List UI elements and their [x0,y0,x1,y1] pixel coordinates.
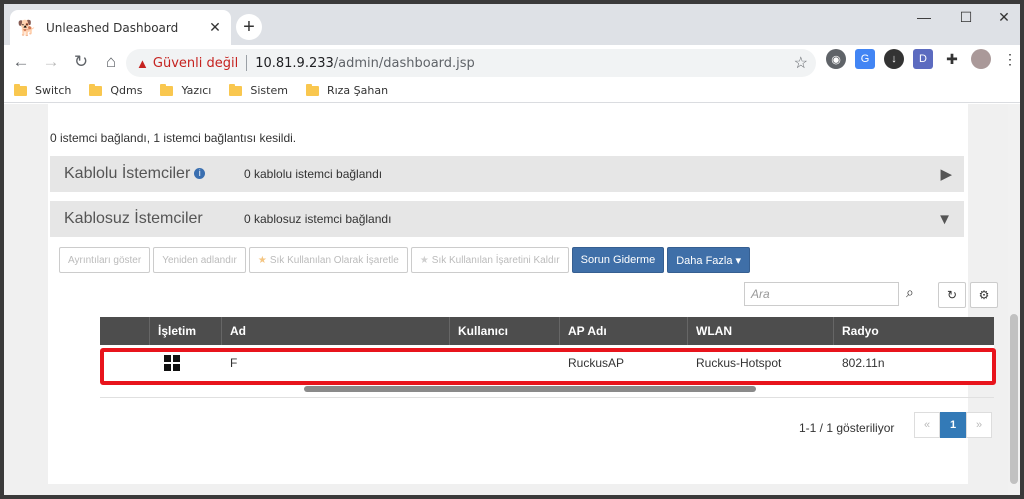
tab-close-icon[interactable]: ✕ [207,19,223,36]
more-dropdown-button[interactable]: Daha Fazla ▾ [667,247,751,273]
bookmarks-bar: Switch Qdms Yazıcı Sistem Rıza Şahan [4,79,1020,103]
table-header: İşletim Ad Kullanıcı AP Adı WLAN Radyo [100,317,994,345]
refresh-button[interactable]: ↻ [938,282,966,308]
bookmark-label: Qdms [110,84,143,97]
folder-icon [305,83,319,96]
security-label[interactable]: Güvenli değil [153,56,238,71]
action-buttons: Ayrıntıları göster Yeniden adlandır ★ Sık… [59,247,751,273]
paging-info: 1-1 / 1 gösteriliyor [799,421,895,435]
column-header-user[interactable]: Kullanıcı [450,317,560,345]
bookmark-yazici[interactable]: Yazıcı [160,83,212,97]
star-icon: ★ [257,254,267,266]
search-icon[interactable]: ⌕ [906,284,914,301]
table-footer-line [100,392,994,398]
avatar[interactable] [971,49,991,69]
wired-clients-desc: 0 kablolu istemci bağlandı [244,167,383,181]
mark-favorite-button[interactable]: ★ Sık Kullanılan Olarak İşaretle [248,247,408,273]
tab-title: Unleashed Dashboard [46,20,179,35]
browser-tab[interactable]: 🐕 Unleashed Dashboard ✕ [10,10,231,45]
page-content: 0 istemci bağlandı, 1 istemci bağlantısı… [4,104,1020,495]
bookmark-star-icon[interactable]: ☆ [794,53,808,73]
search-input[interactable]: Ara [744,282,899,306]
back-icon[interactable]: ← [8,49,34,75]
ruckus-dog-icon: 🐕 [17,19,37,37]
window-close-icon[interactable]: ✕ [984,4,1020,30]
folder-icon [160,83,174,96]
wired-clients-section[interactable]: Kablolu İstemciler i 0 kablolu istemci ba… [50,156,964,192]
troubleshoot-button[interactable]: Sorun Giderme [571,247,665,273]
collapse-arrow-icon[interactable]: ▼ [937,211,952,228]
gear-icon: ⚙ [978,288,990,302]
wired-clients-title: Kablolu İstemciler i [64,165,244,183]
column-header-name[interactable]: Ad [222,317,450,345]
wireless-clients-desc: 0 kablosuz istemci bağlandı [244,212,392,226]
folder-icon [14,83,27,96]
details-button[interactable]: Ayrıntıları göster [59,247,151,273]
column-header-ap-name[interactable]: AP Adı [560,317,688,345]
forward-icon[interactable]: → [38,49,64,75]
expand-arrow-icon[interactable]: ▶ [940,165,952,183]
bookmark-label: Yazıcı [181,84,212,97]
pagination: « 1 » [914,412,992,438]
bookmark-label: Rıza Şahan [326,84,389,97]
client-summary: 0 istemci bağlandı, 1 istemci bağlantısı… [50,131,297,145]
browser-window: 🐕 Unleashed Dashboard ✕ + — ☐ ✕ ← → ↻ ⌂ … [0,0,1024,499]
bookmark-label: Switch [35,84,72,97]
puzzle-icon[interactable]: ✚ [942,49,962,69]
refresh-icon: ↻ [946,288,958,302]
reload-icon[interactable]: ↻ [68,49,94,75]
divider [246,55,248,71]
unmark-favorite-button[interactable]: ★ Sık Kullanılan İşaretini Kaldır [410,247,569,273]
url-path: /admin/dashboard.jsp [333,55,475,71]
title-bar: 🐕 Unleashed Dashboard ✕ + — ☐ ✕ [4,4,1020,45]
url-host: 10.81.9.233 [255,55,334,71]
extensions-bar: ◉ G ↓ D ✚ ⋮ [826,49,1020,69]
extension-icon[interactable]: ◉ [826,49,846,69]
vertical-scrollbar[interactable] [1008,104,1020,495]
bookmark-label: Sistem [250,84,288,97]
horizontal-scrollbar[interactable] [304,386,756,392]
bookmark-riza-sahan[interactable]: Rıza Şahan [305,83,389,97]
wireless-clients-section[interactable]: Kablosuz İstemciler 0 kablosuz istemci b… [50,201,964,237]
translate-icon[interactable]: G [855,49,875,69]
address-bar[interactable]: ▲ Güvenli değil 10.81.9.233/admin/dashbo… [126,49,816,77]
home-icon[interactable]: ⌂ [98,49,124,75]
unmark-favorite-label: Sık Kullanılan İşaretini Kaldır [431,254,560,266]
prev-page-button[interactable]: « [914,412,940,438]
minimize-icon[interactable]: — [904,4,944,30]
maximize-icon[interactable]: ☐ [946,4,986,30]
wired-title-text: Kablolu İstemciler [64,165,191,182]
highlight-box [100,348,996,385]
wireless-clients-title: Kablosuz İstemciler [64,210,203,227]
bookmark-switch[interactable]: Switch [14,83,72,97]
warning-icon: ▲ [136,55,149,71]
folder-icon [229,83,243,96]
column-header-radio[interactable]: Radyo [834,317,994,345]
settings-button[interactable]: ⚙ [970,282,998,308]
scrollbar-thumb[interactable] [1010,314,1018,484]
bookmark-qdms[interactable]: Qdms [89,83,143,97]
folder-icon [89,83,103,96]
rename-button[interactable]: Yeniden adlandır [153,247,246,273]
column-header-os[interactable]: İşletim [150,317,222,345]
page-1-button[interactable]: 1 [940,412,966,438]
url-text[interactable]: 10.81.9.233/admin/dashboard.jsp [255,56,475,71]
download-icon[interactable]: ↓ [884,49,904,69]
mark-favorite-label: Sık Kullanılan Olarak İşaretle [269,254,399,266]
menu-icon[interactable]: ⋮ [1000,49,1020,69]
new-tab-button[interactable]: + [236,14,262,40]
star-icon: ★ [419,254,429,266]
extension-d-icon[interactable]: D [913,49,933,69]
column-header-wlan[interactable]: WLAN [688,317,834,345]
column-header-select[interactable] [100,317,150,345]
next-page-button[interactable]: » [966,412,992,438]
bookmark-sistem[interactable]: Sistem [229,83,288,97]
info-icon[interactable]: i [194,168,206,180]
